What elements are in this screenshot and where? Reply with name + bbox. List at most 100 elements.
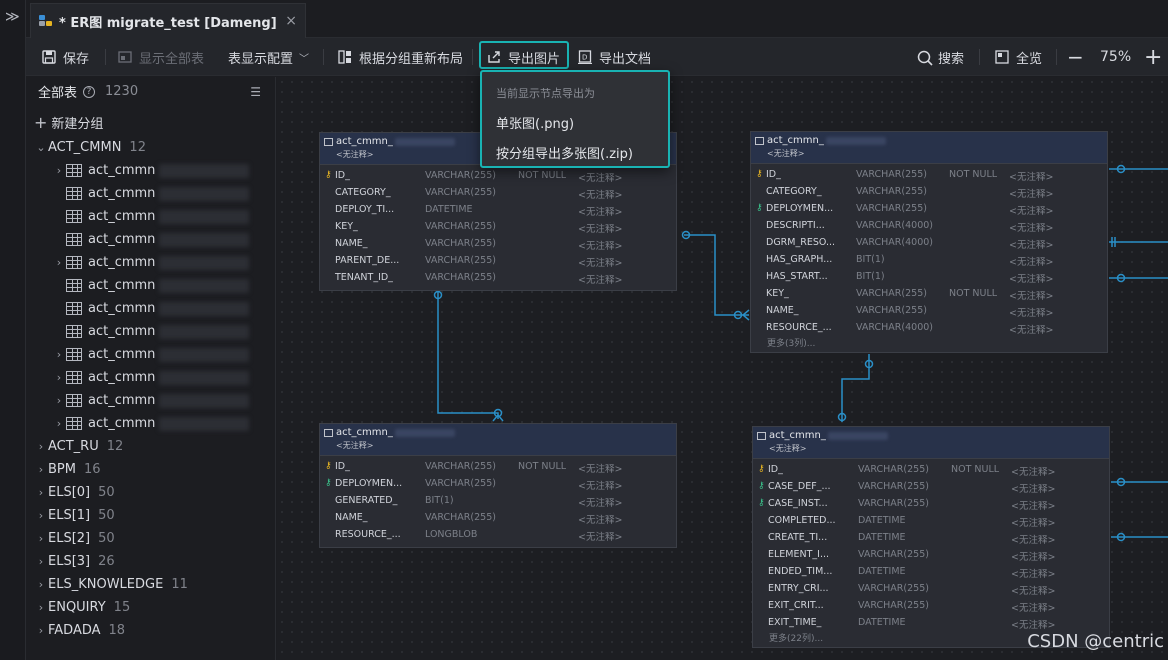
column-type: VARCHAR(255) bbox=[858, 549, 929, 560]
sidebar-group-act-cmmn[interactable]: ⌄ ACT_CMMN 12 bbox=[34, 136, 146, 159]
group-name: ELS[0] bbox=[48, 485, 91, 500]
column-row: ⚷ ID_ VARCHAR(255) NOT NULL <无注释> bbox=[320, 167, 676, 184]
sidebar-header: 全部表 ? 1230 bbox=[38, 82, 138, 101]
sidebar-group[interactable]: › ELS[3] 26 bbox=[34, 550, 115, 573]
table-name: act_cmmn bbox=[88, 186, 156, 201]
column-nullable: NOT NULL bbox=[951, 464, 1000, 475]
table-icon bbox=[66, 371, 82, 384]
sidebar: 全部表 ? 1230 ☰ + 新建分组 ⌄ ACT_CMMN 12 › act_c… bbox=[26, 77, 276, 660]
divider bbox=[979, 49, 980, 65]
table-icon bbox=[324, 428, 333, 437]
search-button[interactable]: 搜索 bbox=[917, 38, 964, 76]
sidebar-table-item[interactable]: act_cmmn bbox=[52, 320, 250, 343]
sidebar-group[interactable]: › ELS_KNOWLEDGE 11 bbox=[34, 573, 188, 596]
table-name: act_cmmn bbox=[88, 416, 156, 431]
sidebar-table-item[interactable]: › act_cmmn bbox=[52, 412, 250, 435]
column-comment: <无注释> bbox=[1009, 308, 1054, 319]
table-icon bbox=[755, 136, 764, 145]
column-type: VARCHAR(255) bbox=[425, 478, 496, 489]
menu-item-single-png[interactable]: 单张图(.png) bbox=[496, 113, 574, 132]
column-row: NAME_ VARCHAR(255) <无注释> bbox=[320, 235, 676, 252]
column-name: ID_ bbox=[335, 170, 350, 181]
column-comment: <无注释> bbox=[578, 241, 623, 252]
table-name: act_cmmn bbox=[88, 163, 156, 178]
sidebar-table-item[interactable]: act_cmmn bbox=[52, 297, 250, 320]
column-comment: <无注释> bbox=[1011, 535, 1056, 546]
column-row: KEY_ VARCHAR(255) NOT NULL <无注释> bbox=[751, 285, 1107, 302]
close-tab-icon[interactable]: × bbox=[285, 13, 297, 29]
sidebar-group[interactable]: › BPM 16 bbox=[34, 458, 101, 481]
save-button[interactable]: 保存 bbox=[42, 38, 89, 76]
sidebar-table-item[interactable]: › act_cmmn bbox=[52, 343, 250, 366]
column-row: ⚷ ID_ VARCHAR(255) NOT NULL <无注释> bbox=[753, 461, 1109, 478]
redacted-name bbox=[159, 393, 250, 408]
menu-item-multi-zip[interactable]: 按分组导出多张图(.zip) bbox=[496, 143, 633, 162]
chevron-right-icon: › bbox=[56, 164, 62, 177]
help-icon[interactable]: ? bbox=[83, 85, 96, 98]
group-count: 12 bbox=[129, 140, 146, 155]
divider bbox=[472, 49, 473, 65]
column-row: ⚷ ID_ VARCHAR(255) NOT NULL <无注释> bbox=[751, 166, 1107, 183]
chevron-right-icon: › bbox=[38, 486, 44, 499]
column-type: VARCHAR(4000) bbox=[856, 237, 933, 248]
er-table-card[interactable]: act_cmmn_ <无注释> ⚷ ID_ VARCHAR(255) NOT NULL <无… bbox=[319, 423, 677, 548]
sidebar-group[interactable]: › ENQUIRY 15 bbox=[34, 596, 130, 619]
new-group-button[interactable]: + 新建分组 bbox=[34, 111, 103, 134]
overview-label: 全览 bbox=[1016, 51, 1043, 67]
tab-er-diagram[interactable]: * ER图 migrate_test [Dameng] × bbox=[30, 3, 306, 38]
show-all-tables-button[interactable]: 显示全部表 bbox=[118, 38, 204, 76]
column-row: CATEGORY_ VARCHAR(255) <无注释> bbox=[751, 183, 1107, 200]
column-comment: <无注释> bbox=[1009, 325, 1054, 336]
export-doc-icon: D bbox=[578, 50, 592, 65]
sidebar-group[interactable]: › FADADA 18 bbox=[34, 619, 125, 642]
column-comment: <无注释> bbox=[578, 532, 623, 543]
layout-icon bbox=[338, 50, 352, 64]
sidebar-table-item[interactable]: act_cmmn bbox=[52, 182, 250, 205]
sidebar-table-item[interactable]: › act_cmmn bbox=[52, 389, 250, 412]
column-name: ENDED_TIM... bbox=[768, 566, 833, 577]
group-name: BPM bbox=[48, 462, 76, 477]
sidebar-table-item[interactable]: › act_cmmn bbox=[52, 251, 250, 274]
watermark: CSDN @centric bbox=[1027, 631, 1164, 652]
sidebar-table-item[interactable]: act_cmmn bbox=[52, 274, 250, 297]
zoom-in-button[interactable]: + bbox=[1144, 38, 1162, 76]
sidebar-group[interactable]: › ACT_RU 12 bbox=[34, 435, 123, 458]
sidebar-group[interactable]: › ELS[1] 50 bbox=[34, 504, 115, 527]
column-name: COMPLETED... bbox=[768, 515, 836, 526]
relayout-by-group-button[interactable]: 根据分组重新布局 bbox=[338, 38, 463, 76]
sidebar-table-item[interactable]: › act_cmmn bbox=[52, 366, 250, 389]
table-icon bbox=[66, 233, 82, 246]
plus-icon: + bbox=[34, 113, 48, 132]
table-icon bbox=[66, 302, 82, 315]
sidebar-group[interactable]: › ELS[2] 50 bbox=[34, 527, 115, 550]
er-canvas[interactable]: act_cmmn_ <无注释> ⚷ ID_ VARCHAR(255) NOT NULL <无… bbox=[277, 77, 1168, 660]
chevron-down-icon: ﹀ bbox=[299, 53, 310, 65]
column-row: CATEGORY_ VARCHAR(255) <无注释> bbox=[320, 184, 676, 201]
er-diagram-app: ≫ * ER图 migrate_test [Dameng] × 保存 显示全部表… bbox=[0, 0, 1168, 660]
sidebar-table-item[interactable]: act_cmmn bbox=[52, 228, 250, 251]
column-name: HAS_GRAPH... bbox=[766, 254, 833, 265]
table-display-config-dropdown[interactable]: 表显示配置 ﹀ bbox=[228, 38, 309, 76]
more-columns-link[interactable]: 更多(3列)... bbox=[751, 336, 1107, 352]
er-table-card[interactable]: act_cmmn_ <无注释> ⚷ ID_ VARCHAR(255) NOT NULL <无… bbox=[750, 131, 1108, 353]
sidebar-table-item[interactable]: act_cmmn bbox=[52, 205, 250, 228]
er-table-card[interactable]: act_cmmn_ <无注释> ⚷ ID_ VARCHAR(255) NOT NULL <无… bbox=[752, 426, 1110, 648]
sidebar-group[interactable]: › ELS[0] 50 bbox=[34, 481, 115, 504]
overview-button[interactable]: 全览 bbox=[995, 38, 1042, 76]
zoom-out-button[interactable]: − bbox=[1067, 38, 1084, 76]
export-doc-label: 导出文档 bbox=[599, 51, 652, 67]
column-row: NAME_ VARCHAR(255) <无注释> bbox=[320, 509, 676, 526]
column-type: VARCHAR(255) bbox=[858, 498, 929, 509]
expand-panel-icon[interactable]: ≫ bbox=[5, 9, 20, 25]
search-label: 搜索 bbox=[938, 51, 965, 67]
primary-key-icon: ⚷ bbox=[756, 169, 763, 179]
redacted-name bbox=[159, 186, 250, 201]
table-icon bbox=[66, 164, 82, 177]
sidebar-table-item[interactable]: › act_cmmn bbox=[52, 159, 250, 182]
foreign-key-icon: ⚷ bbox=[758, 498, 765, 508]
table-card-header: act_cmmn_ <无注释> bbox=[751, 132, 1107, 164]
column-name: EXIT_CRIT... bbox=[768, 600, 824, 611]
redacted-name bbox=[159, 301, 250, 316]
redacted-name bbox=[159, 416, 250, 431]
collapse-all-icon[interactable]: ☰ bbox=[250, 85, 261, 99]
